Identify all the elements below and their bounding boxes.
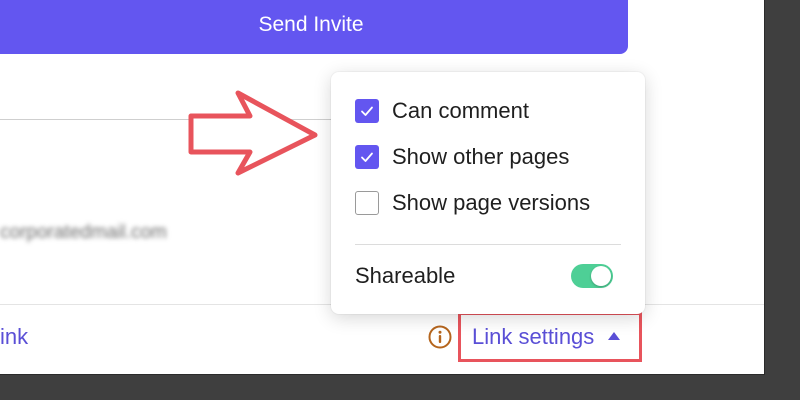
copy-link-button[interactable]: ink (0, 324, 28, 350)
member-email: corporatedmail.com (0, 222, 167, 243)
toggle-knob (591, 266, 611, 286)
checkmark-icon (361, 152, 373, 162)
can-comment-checkbox[interactable] (355, 99, 379, 123)
show-page-versions-checkbox[interactable] (355, 191, 379, 215)
show-other-pages-label: Show other pages (392, 144, 570, 169)
link-settings-label: Link settings (472, 324, 595, 349)
send-invite-button[interactable]: Send Invite (0, 0, 628, 54)
option-show-other-pages[interactable]: Show other pages (355, 144, 569, 170)
shareable-label: Shareable (355, 263, 456, 288)
share-dialog: Send Invite corporatedmail.com ink Link … (0, 0, 765, 375)
show-page-versions-label: Show page versions (392, 190, 591, 215)
shareable-toggle[interactable] (571, 264, 613, 288)
link-settings-popover: Can comment Show other pages Show page v… (331, 72, 645, 314)
checkmark-icon (361, 106, 373, 116)
annotation-arrow-icon (188, 90, 318, 176)
caret-up-icon (608, 332, 621, 340)
option-show-page-versions[interactable]: Show page versions (355, 190, 590, 216)
can-comment-label: Can comment (392, 98, 529, 123)
option-can-comment[interactable]: Can comment (355, 98, 529, 124)
show-other-pages-checkbox[interactable] (355, 145, 379, 169)
popover-divider (355, 244, 621, 245)
info-icon[interactable] (428, 325, 452, 349)
link-settings-button[interactable]: Link settings (458, 312, 642, 362)
